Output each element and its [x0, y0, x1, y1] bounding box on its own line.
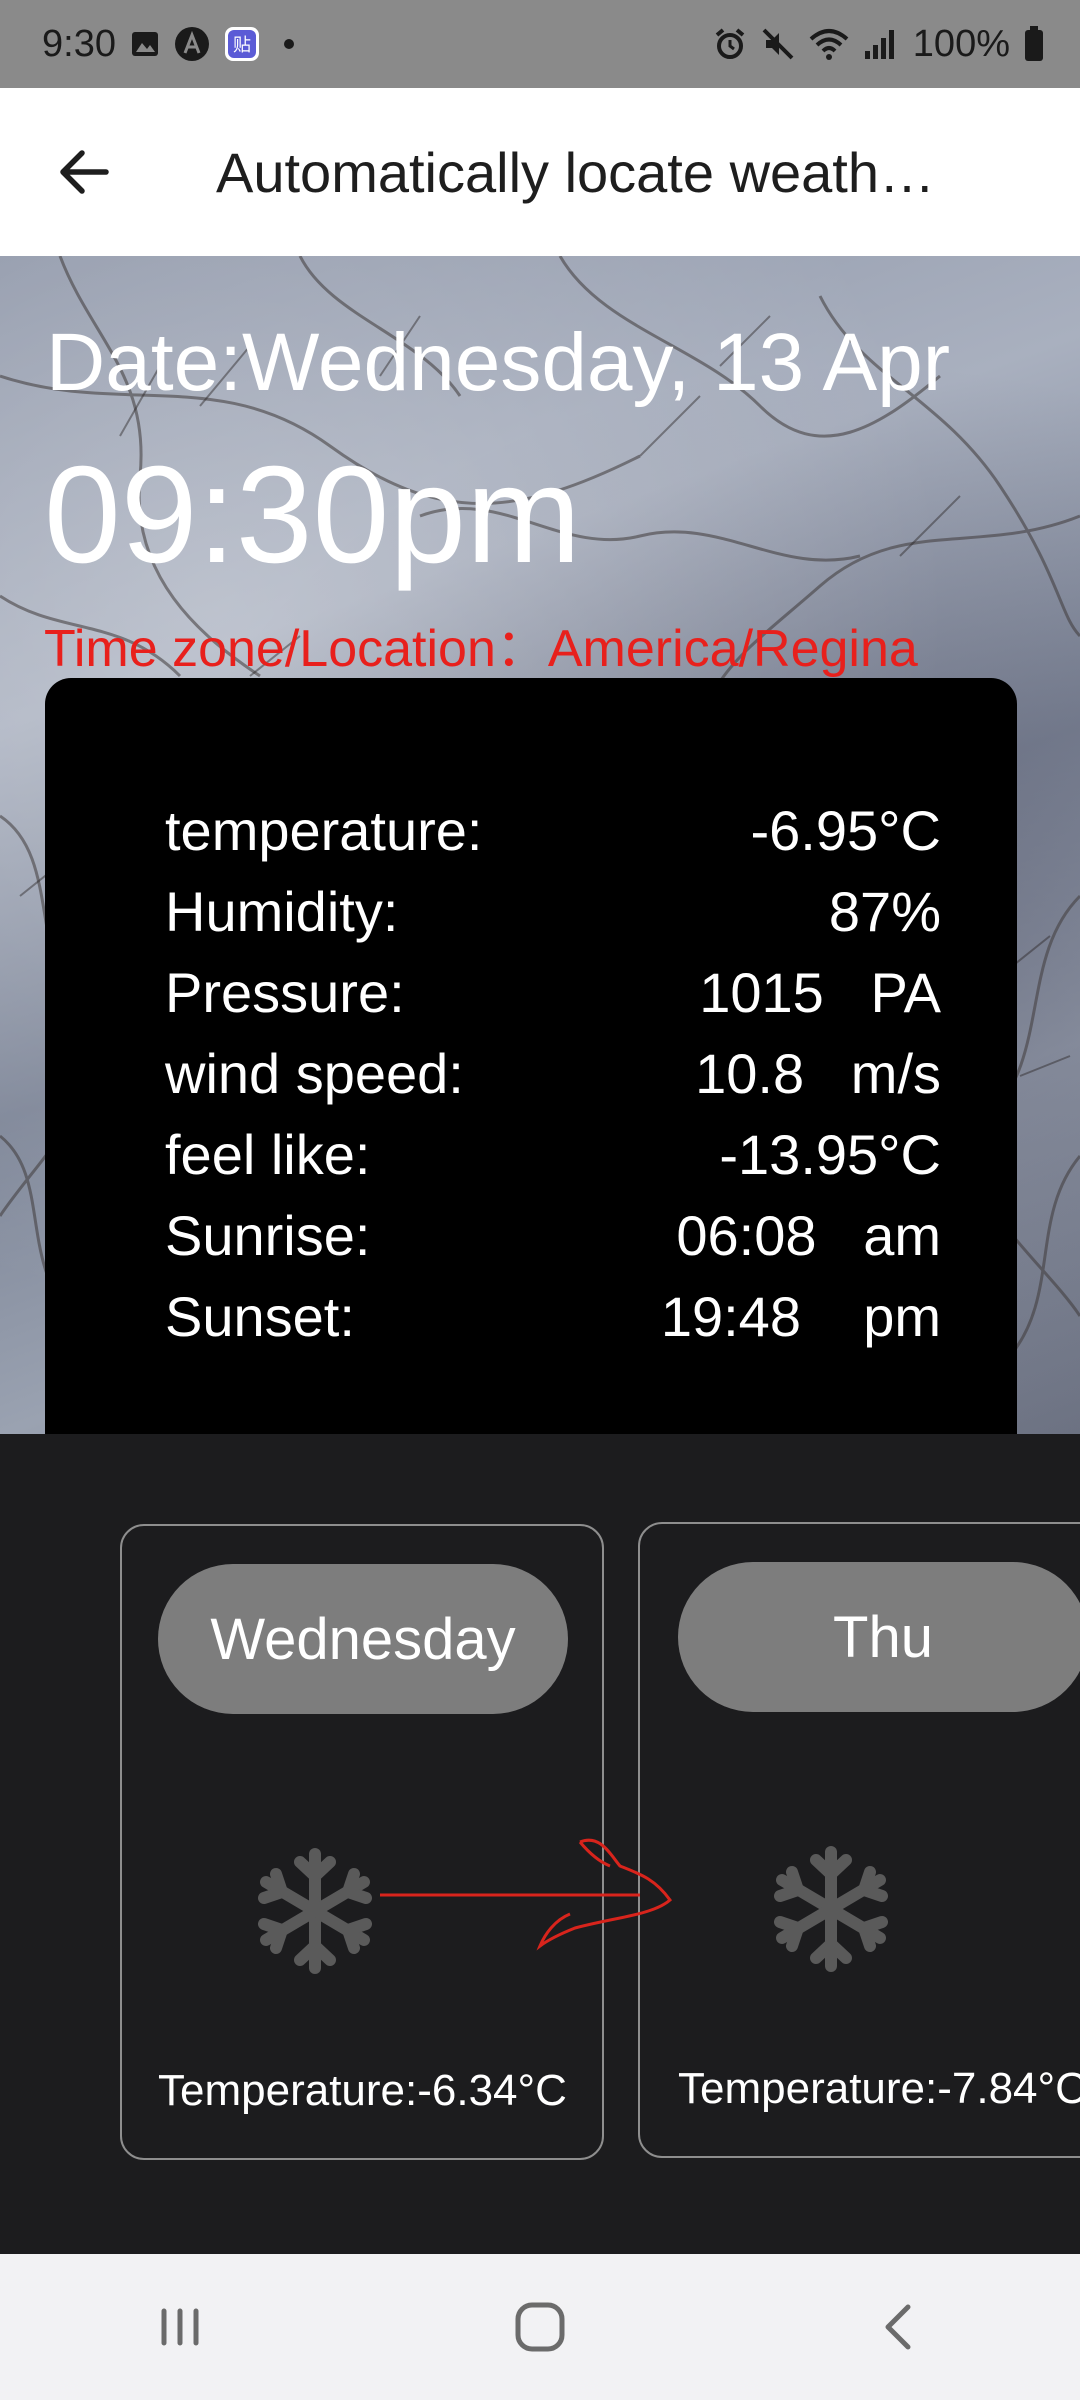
detail-row-wind-speed: wind speed: 10.8 m/s: [165, 1033, 941, 1113]
detail-row-sunrise: Sunrise: 06:08 am: [165, 1195, 941, 1275]
date-label: Date:Wednesday, 13 Apr: [46, 317, 951, 408]
timezone-label: Time zone/Location：America/Regina: [44, 620, 918, 678]
app-bar: Automatically locate weath…: [0, 88, 1080, 256]
forecast-temperature: Temperature:-7.84°C: [678, 2064, 1080, 2113]
forecast-card-thursday[interactable]: Thu Temperature:-7.84°C: [638, 1522, 1080, 2158]
weather-hero: Date:Wednesday, 13 Apr 09:30pm Time zone…: [0, 256, 1080, 1434]
detail-value: 10.8 m/s: [695, 1041, 941, 1105]
dot-icon: [283, 39, 294, 49]
time-label: 09:30pm: [44, 438, 582, 592]
status-bar-right: 100%: [713, 23, 1044, 66]
arrow-left-icon: [60, 150, 109, 194]
status-bar: 9:30 贴 100%: [0, 0, 1080, 88]
detail-label: feel like:: [165, 1122, 371, 1186]
alarm-icon: [713, 27, 747, 61]
detail-label: Sunset:: [165, 1284, 355, 1348]
forecast-temperature: Temperature:-6.34°C: [158, 2066, 567, 2115]
detail-value: 19:48 pm: [660, 1284, 941, 1348]
detail-row-sunset: Sunset: 19:48 pm: [165, 1276, 941, 1356]
detail-row-temperature: temperature: -6.95°C: [165, 790, 941, 870]
forecast-card-wednesday[interactable]: Wednesday Temperature:-6.34°C: [120, 1524, 604, 2160]
svg-text:贴: 贴: [233, 35, 251, 56]
mute-icon: [761, 27, 795, 61]
detail-row-feel-like: feel like: -13.95°C: [165, 1114, 941, 1194]
detail-value: -13.95°C: [719, 1122, 941, 1186]
detail-value: 87%: [828, 879, 941, 943]
detail-label: wind speed:: [165, 1041, 464, 1105]
home-button[interactable]: [480, 2267, 600, 2387]
app-badge-icon: 贴: [224, 26, 260, 62]
page-title: Automatically locate weath…: [216, 140, 936, 204]
a-circle-icon: [174, 26, 210, 62]
snowflake-icon: [258, 1848, 372, 1974]
detail-value: -6.95°C: [750, 798, 941, 862]
weather-details-card: temperature: -6.95°C Humidity: 87% Press…: [45, 678, 1017, 1434]
image-icon: [130, 29, 160, 59]
forecast-list[interactable]: Wednesday Temperature:-6.34°C Thu Temper…: [0, 1434, 1080, 2254]
battery-icon: [1024, 26, 1044, 62]
back-button[interactable]: [52, 140, 116, 204]
detail-value: 06:08 am: [676, 1203, 941, 1267]
chevron-left-icon: [885, 2304, 911, 2350]
battery-percent: 100%: [912, 22, 1010, 65]
snowflake-icon: [774, 1846, 888, 1972]
forecast-day-label: Thu: [678, 1562, 1080, 1712]
detail-label: Pressure:: [165, 960, 405, 1024]
recent-apps-icon: [161, 2308, 199, 2346]
back-nav-button[interactable]: [840, 2267, 960, 2387]
signal-icon: [863, 27, 899, 61]
status-bar-left: 9:30 贴: [42, 23, 294, 66]
detail-label: Sunrise:: [165, 1203, 371, 1267]
detail-value: 1015 PA: [699, 960, 941, 1024]
detail-row-humidity: Humidity: 87%: [165, 871, 941, 951]
detail-row-pressure: Pressure: 1015 PA: [165, 952, 941, 1032]
home-icon: [515, 2302, 565, 2352]
system-nav-bar: [0, 2254, 1080, 2400]
wifi-icon: [809, 27, 849, 61]
status-time: 9:30: [42, 22, 116, 65]
forecast-day-label: Wednesday: [158, 1564, 568, 1714]
recent-apps-button[interactable]: [120, 2267, 240, 2387]
detail-label: temperature:: [165, 798, 483, 862]
detail-label: Humidity:: [165, 879, 399, 943]
